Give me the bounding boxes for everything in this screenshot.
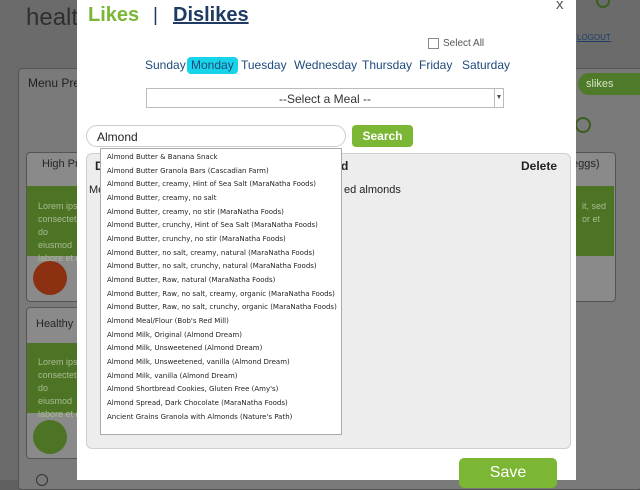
- day-monday[interactable]: Monday: [187, 57, 238, 74]
- meal-card-title: High Pr: [42, 158, 79, 170]
- tab-dislikes[interactable]: Dislikes: [173, 4, 249, 27]
- day-thursday[interactable]: Thursday: [358, 57, 416, 74]
- day-friday[interactable]: Friday: [415, 57, 456, 74]
- meal-select-value: --Select a Meal --: [278, 92, 372, 106]
- suggestion-item[interactable]: Almond Butter, crunchy, no stir (MaraNat…: [107, 235, 286, 243]
- dislikes-pill: slikes: [578, 73, 640, 95]
- suggestion-item[interactable]: Almond Butter, Raw, no salt, crunchy, or…: [107, 303, 337, 311]
- meal-card-title: Healthy l: [36, 318, 79, 330]
- table-cell: ed almonds: [344, 184, 401, 196]
- select-all-checkbox[interactable]: [428, 38, 439, 49]
- select-all[interactable]: Select All: [428, 38, 484, 49]
- radio-icon: [36, 474, 48, 486]
- suggestion-item[interactable]: Almond Butter, creamy, no stir (MaraNath…: [107, 208, 284, 216]
- menu-title: Menu Pre: [28, 76, 81, 90]
- search-button[interactable]: Search: [352, 125, 413, 147]
- chevron-down-icon[interactable]: ▼: [494, 89, 503, 107]
- suggestion-item[interactable]: Almond Butter & Banana Snack: [107, 153, 218, 161]
- suggestion-item[interactable]: Almond Butter, Raw, no salt, creamy, org…: [107, 290, 335, 298]
- meal-card-text: Lorem ips consectetu do eiusmod labore e…: [38, 357, 82, 419]
- day-tuesday[interactable]: Tuesday: [237, 57, 291, 74]
- day-sunday[interactable]: Sunday: [141, 57, 190, 74]
- meal-card-text: Lorem ips consectetur do eiusmod labore …: [38, 201, 85, 263]
- suggestion-item[interactable]: Almond Spread, Dark Chocolate (MaraNatha…: [107, 399, 288, 407]
- meal-card-title: eggs): [572, 158, 600, 170]
- chicken-icon: [33, 261, 67, 295]
- suggestion-item[interactable]: Almond Milk, Original (Almond Dream): [107, 331, 242, 339]
- close-button[interactable]: x: [556, 0, 564, 13]
- app-logo: healt: [26, 4, 79, 31]
- suggestion-item[interactable]: Almond Shortbread Cookies, Gluten Free (…: [107, 385, 278, 393]
- day-saturday[interactable]: Saturday: [458, 57, 514, 74]
- apple-heart-icon: [33, 420, 67, 454]
- food-search-input[interactable]: Almond: [86, 125, 346, 147]
- suggestion-item[interactable]: Almond Milk, Unsweetened (Almond Dream): [107, 344, 262, 352]
- meal-card-text: it, sed or et: [582, 201, 607, 224]
- suggestion-item[interactable]: Almond Butter, no salt, crunchy, natural…: [107, 262, 317, 270]
- suggestion-item[interactable]: Almond Butter, no salt, creamy, natural …: [107, 249, 315, 257]
- search-suggestions: Almond Butter & Banana Snack Almond Butt…: [100, 148, 342, 435]
- suggestion-item[interactable]: Almond Butter, creamy, Hint of Sea Salt …: [107, 180, 316, 188]
- tab-likes[interactable]: Likes: [88, 4, 139, 27]
- table-header-delete: Delete: [521, 159, 558, 173]
- save-button[interactable]: Save: [459, 458, 557, 488]
- day-wednesday[interactable]: Wednesday: [290, 57, 361, 74]
- suggestion-item[interactable]: Almond Meal/Flour (Bob's Red Mill): [107, 317, 229, 325]
- suggestion-item[interactable]: Almond Butter, crunchy, Hint of Sea Salt…: [107, 221, 318, 229]
- suggestion-item[interactable]: Ancient Grains Granola with Almonds (Nat…: [107, 413, 292, 421]
- clock-icon: [575, 117, 591, 133]
- suggestion-item[interactable]: Almond Milk, Unsweetened, vanilla (Almon…: [107, 358, 290, 366]
- select-all-label: Select All: [443, 38, 485, 49]
- suggestion-item[interactable]: Almond Butter, Raw, natural (MaraNatha F…: [107, 276, 275, 284]
- suggestion-item[interactable]: Almond Butter, creamy, no salt: [107, 194, 216, 202]
- meal-select[interactable]: --Select a Meal -- ▼: [146, 88, 504, 108]
- suggestion-item[interactable]: Almond Milk, vanilla (Almond Dream): [107, 372, 238, 380]
- table-header: d: [341, 159, 349, 173]
- tab-separator: |: [153, 5, 158, 26]
- logout-link: LOGOUT: [577, 33, 611, 42]
- suggestion-item[interactable]: Almond Butter Granola Bars (Cascadian Fa…: [107, 167, 269, 175]
